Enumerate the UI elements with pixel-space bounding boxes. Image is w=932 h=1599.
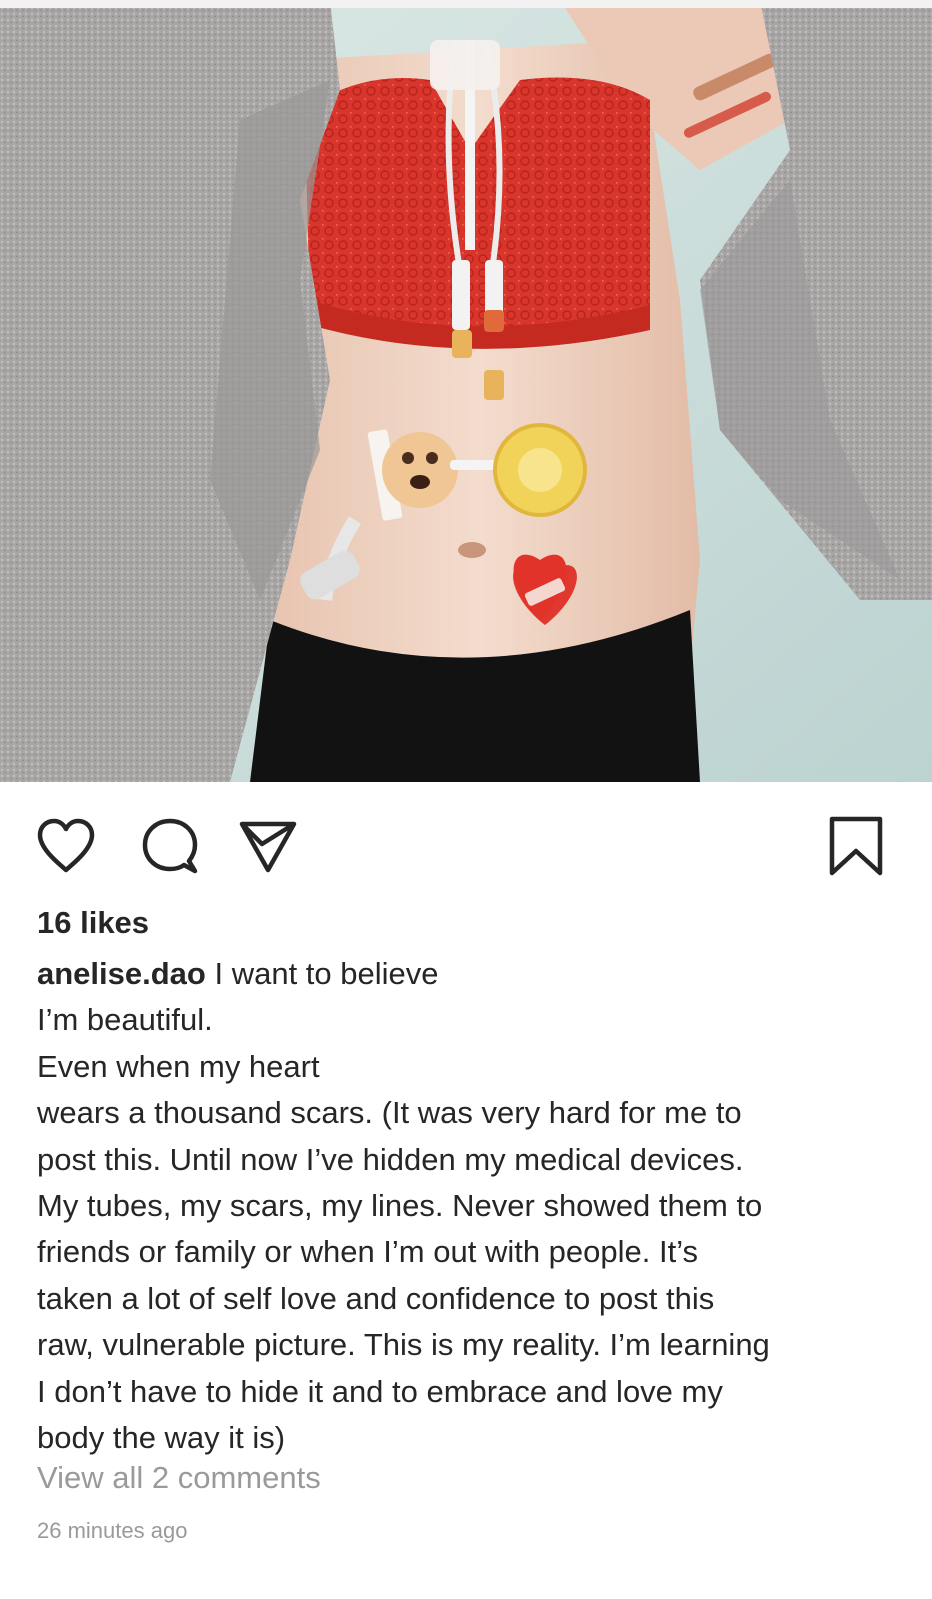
- share-button[interactable]: [236, 814, 300, 878]
- post-photo-illustration: [0, 0, 932, 782]
- caption-line: wears a thousand scars. (It was very har…: [37, 1095, 742, 1131]
- caption-line: I don’t have to hide it and to embrace a…: [37, 1373, 723, 1409]
- caption-line: friends or family or when I’m out with p…: [37, 1234, 699, 1270]
- username-link[interactable]: anelise.dao: [37, 956, 206, 991]
- paper-plane-icon: [239, 821, 297, 873]
- like-button[interactable]: [34, 814, 98, 878]
- comment-button[interactable]: [138, 814, 202, 878]
- caption-line: My tubes, my scars, my lines. Never show…: [37, 1188, 763, 1224]
- speech-bubble-icon: [142, 818, 198, 874]
- caption-line: anelise.dao I want to believe: [37, 951, 917, 997]
- caption-line: taken a lot of self love and confidence …: [37, 1280, 715, 1316]
- post-photo[interactable]: [0, 0, 932, 782]
- caption-line: raw, vulnerable picture. This is my real…: [37, 1327, 770, 1363]
- post-action-bar: [0, 782, 932, 892]
- view-all-comments-link[interactable]: View all 2 comments: [37, 1458, 321, 1498]
- heart-outline-icon: [37, 818, 95, 873]
- caption-line: I’m beautiful.: [37, 1002, 213, 1038]
- post-caption: anelise.dao I want to believe I’m beauti…: [37, 951, 917, 1461]
- likes-count[interactable]: 16 likes: [37, 905, 149, 941]
- caption-line: Even when my heart: [37, 1048, 320, 1084]
- save-button[interactable]: [824, 814, 888, 878]
- caption-line: body the way it is): [37, 1420, 286, 1456]
- caption-text: I want to believe: [205, 956, 439, 991]
- caption-line: post this. Until now I’ve hidden my medi…: [37, 1141, 744, 1177]
- post-timestamp: 26 minutes ago: [37, 1518, 188, 1543]
- bookmark-icon: [829, 816, 883, 876]
